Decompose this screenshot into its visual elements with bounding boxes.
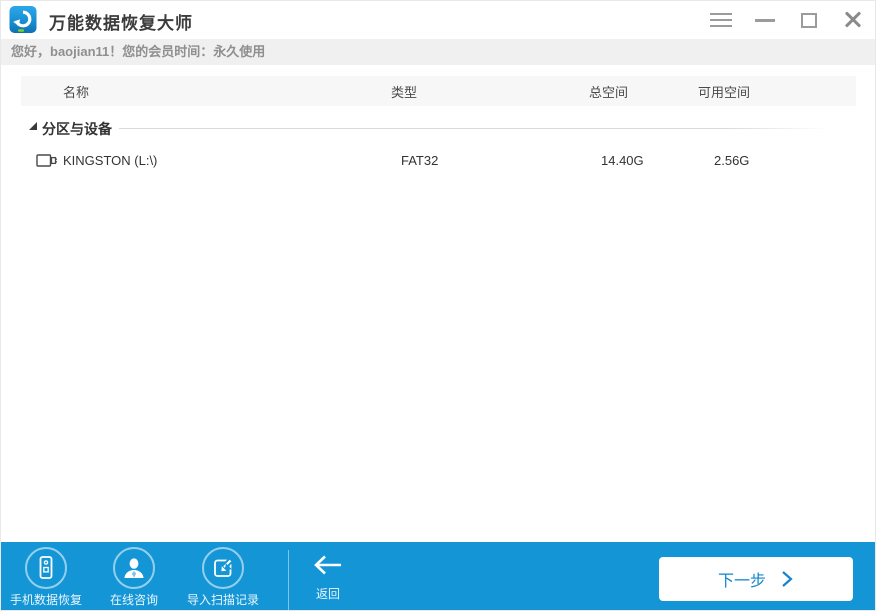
app-title: 万能数据恢复大师 <box>49 14 193 33</box>
greeting-bar: 您好，baojian11！您的会员时间：永久使用 <box>1 39 875 65</box>
device-type: FAT32 <box>401 152 439 168</box>
footer-bar: 手机数据恢复 在线咨询 导入扫描记录 返回 下一步 <box>1 542 875 610</box>
device-total-space: 14.40G <box>601 152 644 168</box>
section-divider <box>119 128 831 129</box>
table-header: 名称 类型 总空间 可用空间 <box>21 76 856 106</box>
column-header-total: 总空间 <box>589 84 629 100</box>
column-header-type: 类型 <box>391 84 418 100</box>
app-logo-icon <box>9 6 37 33</box>
minimize-button[interactable] <box>743 1 787 39</box>
online-consult-button[interactable]: 在线咨询 <box>89 547 179 608</box>
menu-button[interactable] <box>699 1 743 39</box>
action-label: 在线咨询 <box>109 593 158 607</box>
device-name-cell: KINGSTON (L:\) <box>21 153 371 168</box>
table-row[interactable]: KINGSTON (L:\) FAT32 14.40G 2.56G <box>21 145 856 175</box>
phone-recovery-button[interactable]: 手机数据恢复 <box>1 547 91 608</box>
close-icon <box>844 11 862 29</box>
close-button[interactable] <box>831 1 875 39</box>
maximize-icon <box>801 12 817 28</box>
usb-drive-icon <box>36 153 57 167</box>
section-partitions-devices[interactable]: 分区与设备 <box>1 117 875 137</box>
window-controls <box>699 1 875 39</box>
back-arrow-icon <box>314 555 341 575</box>
maximize-button[interactable] <box>787 1 831 39</box>
action-label: 导入扫描记录 <box>186 593 259 607</box>
footer-divider <box>288 550 289 610</box>
action-label: 手机数据恢复 <box>9 593 82 607</box>
column-header-available: 可用空间 <box>698 84 751 100</box>
back-button[interactable]: 返回 <box>304 554 352 602</box>
section-label: 分区与设备 <box>42 121 112 137</box>
phone-icon <box>25 547 67 589</box>
tree-expand-icon <box>29 122 37 130</box>
hamburger-icon <box>710 13 732 27</box>
minimize-icon <box>755 18 775 22</box>
back-label: 返回 <box>315 587 340 601</box>
import-scan-record-button[interactable]: 导入扫描记录 <box>178 547 268 608</box>
chevron-right-icon <box>782 571 793 587</box>
person-icon <box>113 547 155 589</box>
device-free-space: 2.56G <box>714 152 750 168</box>
column-header-name: 名称 <box>63 84 90 100</box>
app-window: 万能数据恢复大师 您好，baojian11！您的会员时间：永久使用 名称 类型 … <box>0 0 876 611</box>
next-step-label: 下一步 <box>717 573 766 590</box>
import-icon <box>202 547 244 589</box>
title-bar: 万能数据恢复大师 <box>1 1 875 39</box>
next-step-button[interactable]: 下一步 <box>659 557 853 601</box>
device-name: KINGSTON (L:\) <box>63 152 158 168</box>
